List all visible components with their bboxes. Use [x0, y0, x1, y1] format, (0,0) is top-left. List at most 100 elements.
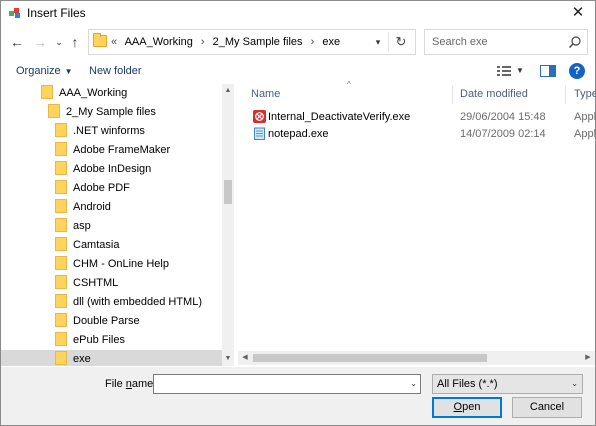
tree-item[interactable]: asp: [55, 217, 91, 236]
file-date: 29/06/2004 15:48: [460, 111, 546, 123]
folder-icon: [55, 123, 67, 138]
tree-item-label: CHM - OnLine Help: [73, 258, 169, 270]
tree-item[interactable]: Camtasia: [55, 236, 119, 255]
tree-item[interactable]: .NET winforms: [55, 122, 145, 141]
file-row[interactable]: notepad.exe 14/07/2009 02:14 Appli: [251, 126, 596, 143]
tree-item-label: Double Parse: [73, 315, 140, 327]
cancel-button[interactable]: Cancel: [512, 397, 582, 418]
tree-item-label: Camtasia: [73, 239, 120, 251]
tree-item[interactable]: Double Parse: [55, 312, 140, 331]
sort-ascending-icon: ^: [347, 80, 351, 89]
chevron-down-icon: ⌄: [571, 379, 578, 388]
scroll-right-icon[interactable]: ▶: [581, 351, 595, 365]
insert-files-dialog: Insert Files ✕ ← → ⌄ ↑ « AAA_Working › 2…: [0, 0, 596, 426]
folder-icon: [55, 256, 67, 271]
navigation-bar: ← → ⌄ ↑ « AAA_Working › 2_My Sample file…: [1, 29, 595, 55]
tree-item-label: AAA_Working: [59, 87, 128, 99]
dialog-footer: File name: ⌄ All Files (*.*) ⌄ Open Canc…: [1, 367, 595, 425]
file-name: notepad.exe: [268, 128, 329, 140]
address-bar[interactable]: « AAA_Working › 2_My Sample files › exe …: [88, 29, 416, 55]
forward-arrow-icon[interactable]: →: [32, 33, 48, 51]
scroll-left-icon[interactable]: ◀: [238, 351, 252, 365]
tree-item-label: Adobe PDF: [73, 182, 130, 194]
tree-item-label: Android: [73, 201, 111, 213]
chevron-down-icon[interactable]: ⌄: [410, 377, 417, 391]
breadcrumb-overflow[interactable]: «: [111, 36, 117, 48]
folder-icon: [55, 180, 67, 195]
file-name-label-text: File: [105, 378, 126, 390]
tree-item-label: asp: [73, 220, 91, 232]
view-options-icon[interactable]: [497, 65, 511, 77]
folder-icon: [48, 104, 60, 119]
column-header-date-modified[interactable]: Date modified: [460, 88, 528, 100]
folder-icon: [93, 33, 107, 47]
column-header-name[interactable]: Name: [251, 88, 280, 100]
recent-locations-chevron-icon[interactable]: ⌄: [51, 33, 67, 51]
new-folder-button[interactable]: New folder: [89, 65, 142, 77]
tree-item-selected[interactable]: exe: [1, 350, 222, 366]
folder-icon: [41, 85, 53, 100]
scrollbar-thumb[interactable]: [253, 354, 487, 362]
file-list: ^ Name Date modified Type Internal_Deact…: [243, 80, 596, 366]
preview-pane-icon[interactable]: [540, 65, 556, 77]
tree-item-label: Adobe InDesign: [73, 163, 152, 175]
folder-icon: [55, 313, 67, 328]
search-icon[interactable]: [568, 35, 582, 49]
address-dropdown-icon[interactable]: ▾: [371, 33, 385, 51]
notepad-icon: [254, 127, 265, 140]
column-divider[interactable]: [452, 86, 453, 104]
file-name-combobox[interactable]: ⌄: [153, 374, 421, 394]
tree-item[interactable]: CHM - OnLine Help: [55, 255, 169, 274]
search-input[interactable]: [425, 30, 565, 54]
folder-icon: [55, 161, 67, 176]
tree-item-label: .NET winforms: [73, 125, 145, 137]
tree-item-label: dll (with embedded HTML): [73, 296, 202, 308]
tree-item[interactable]: Adobe FrameMaker: [55, 141, 170, 160]
scrollbar-thumb[interactable]: [224, 180, 232, 204]
folder-icon: [55, 332, 67, 347]
scroll-down-icon[interactable]: ▼: [222, 352, 234, 366]
column-header-type[interactable]: Type: [574, 88, 596, 100]
folder-icon: [55, 237, 67, 252]
search-box[interactable]: [424, 29, 588, 55]
breadcrumb-item-aaa-working[interactable]: AAA_Working: [125, 36, 193, 48]
close-icon[interactable]: ✕: [569, 4, 587, 22]
up-arrow-icon[interactable]: ↑: [67, 33, 83, 51]
refresh-icon[interactable]: ↻: [391, 32, 411, 52]
tree-item[interactable]: Adobe InDesign: [55, 160, 151, 179]
column-divider[interactable]: [565, 86, 566, 104]
tree-item[interactable]: ePub Files: [55, 331, 125, 350]
folder-icon: [55, 142, 67, 157]
file-row[interactable]: Internal_DeactivateVerify.exe 29/06/2004…: [251, 109, 596, 126]
tree-item-label: 2_My Sample files: [66, 106, 156, 118]
tree-item[interactable]: Android: [55, 198, 111, 217]
file-type-filter-select[interactable]: All Files (*.*) ⌄: [432, 374, 583, 394]
breadcrumb: « AAA_Working › 2_My Sample files › exe: [111, 36, 345, 48]
scroll-up-icon[interactable]: ▲: [222, 84, 234, 98]
help-icon[interactable]: ?: [569, 63, 585, 79]
open-button[interactable]: Open: [432, 397, 502, 418]
file-name-input[interactable]: [154, 375, 404, 393]
tree-item[interactable]: Adobe PDF: [55, 179, 130, 198]
file-date: 14/07/2009 02:14: [460, 128, 546, 140]
tree-vertical-scrollbar[interactable]: ▲ ▼: [222, 84, 234, 366]
file-type: Appli: [574, 128, 596, 140]
view-dropdown-icon[interactable]: ▼: [516, 64, 524, 78]
navigation-tree: AAA_Working 2_My Sample files .NET winfo…: [1, 84, 234, 366]
tree-item[interactable]: 2_My Sample files: [48, 103, 156, 122]
organize-label: Organize: [16, 65, 61, 77]
file-list-horizontal-scrollbar[interactable]: ◀ ▶: [238, 351, 595, 365]
folder-icon: [55, 199, 67, 214]
folder-icon: [55, 275, 67, 290]
back-arrow-icon[interactable]: ←: [9, 33, 25, 51]
breadcrumb-separator-icon[interactable]: ›: [311, 36, 315, 48]
breadcrumb-separator-icon[interactable]: ›: [201, 36, 205, 48]
tree-item[interactable]: AAA_Working: [41, 84, 127, 103]
tree-item-label: ePub Files: [73, 334, 125, 346]
tree-item[interactable]: CSHTML: [55, 274, 118, 293]
organize-menu[interactable]: Organize ▼: [16, 65, 73, 77]
tree-item-label: Adobe FrameMaker: [73, 144, 171, 156]
tree-item[interactable]: dll (with embedded HTML): [55, 293, 202, 312]
breadcrumb-item-sample-files[interactable]: 2_My Sample files: [213, 36, 303, 48]
breadcrumb-item-exe[interactable]: exe: [322, 36, 340, 48]
